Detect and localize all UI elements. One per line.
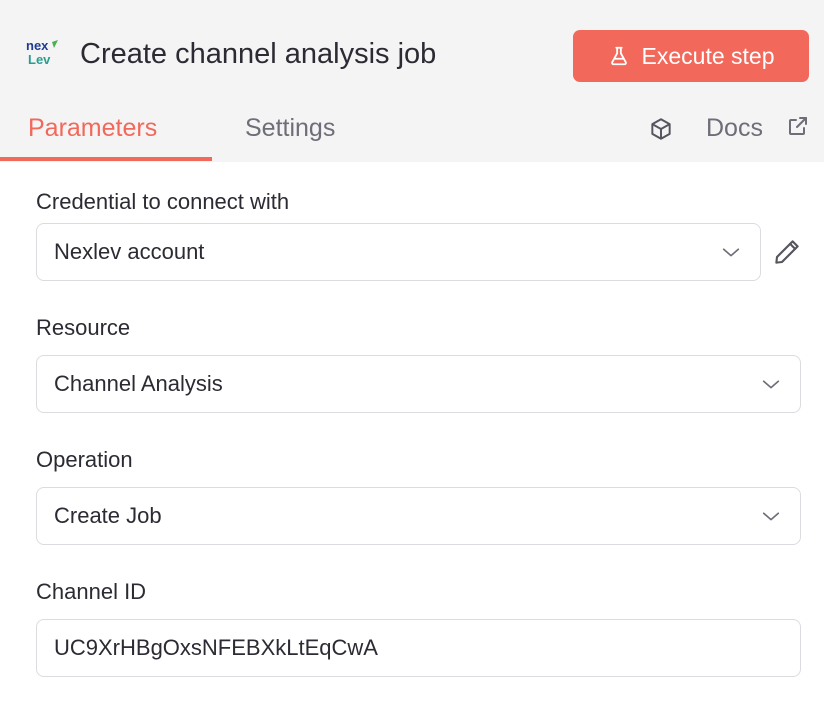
nexlev-logo-icon: nex Lev (26, 38, 58, 67)
chevron-down-icon (762, 380, 780, 389)
resource-value: Channel Analysis (54, 371, 223, 396)
operation-select[interactable]: Create Job (36, 487, 801, 545)
execute-step-button[interactable]: Execute step (573, 30, 809, 82)
operation-value: Create Job (54, 503, 162, 528)
tab-parameters[interactable]: Parameters (28, 112, 157, 144)
execute-step-label: Execute step (641, 42, 775, 69)
svg-text:nex: nex (26, 38, 49, 53)
external-link-icon[interactable] (786, 114, 810, 138)
flask-icon (610, 46, 627, 66)
resource-label: Resource (36, 315, 131, 340)
edit-credential-pencil-icon[interactable] (772, 237, 802, 267)
active-tab-indicator (0, 157, 212, 161)
credential-label: Credential to connect with (36, 189, 290, 214)
chevron-down-icon (762, 512, 780, 521)
cube-icon[interactable] (648, 116, 674, 142)
resource-select[interactable]: Channel Analysis (36, 355, 801, 413)
credential-select[interactable]: Nexlev account (36, 223, 761, 281)
svg-text:Lev: Lev (28, 52, 51, 67)
operation-label: Operation (36, 447, 133, 472)
node-header: nex Lev Create channel analysis job Exec… (0, 0, 824, 162)
docs-link[interactable]: Docs (706, 112, 763, 144)
node-title: Create channel analysis job (80, 38, 437, 70)
channel-id-input[interactable] (36, 619, 801, 677)
tab-settings[interactable]: Settings (245, 112, 335, 144)
credential-value: Nexlev account (54, 239, 205, 264)
chevron-down-icon (722, 248, 740, 257)
channel-id-label: Channel ID (36, 579, 147, 604)
